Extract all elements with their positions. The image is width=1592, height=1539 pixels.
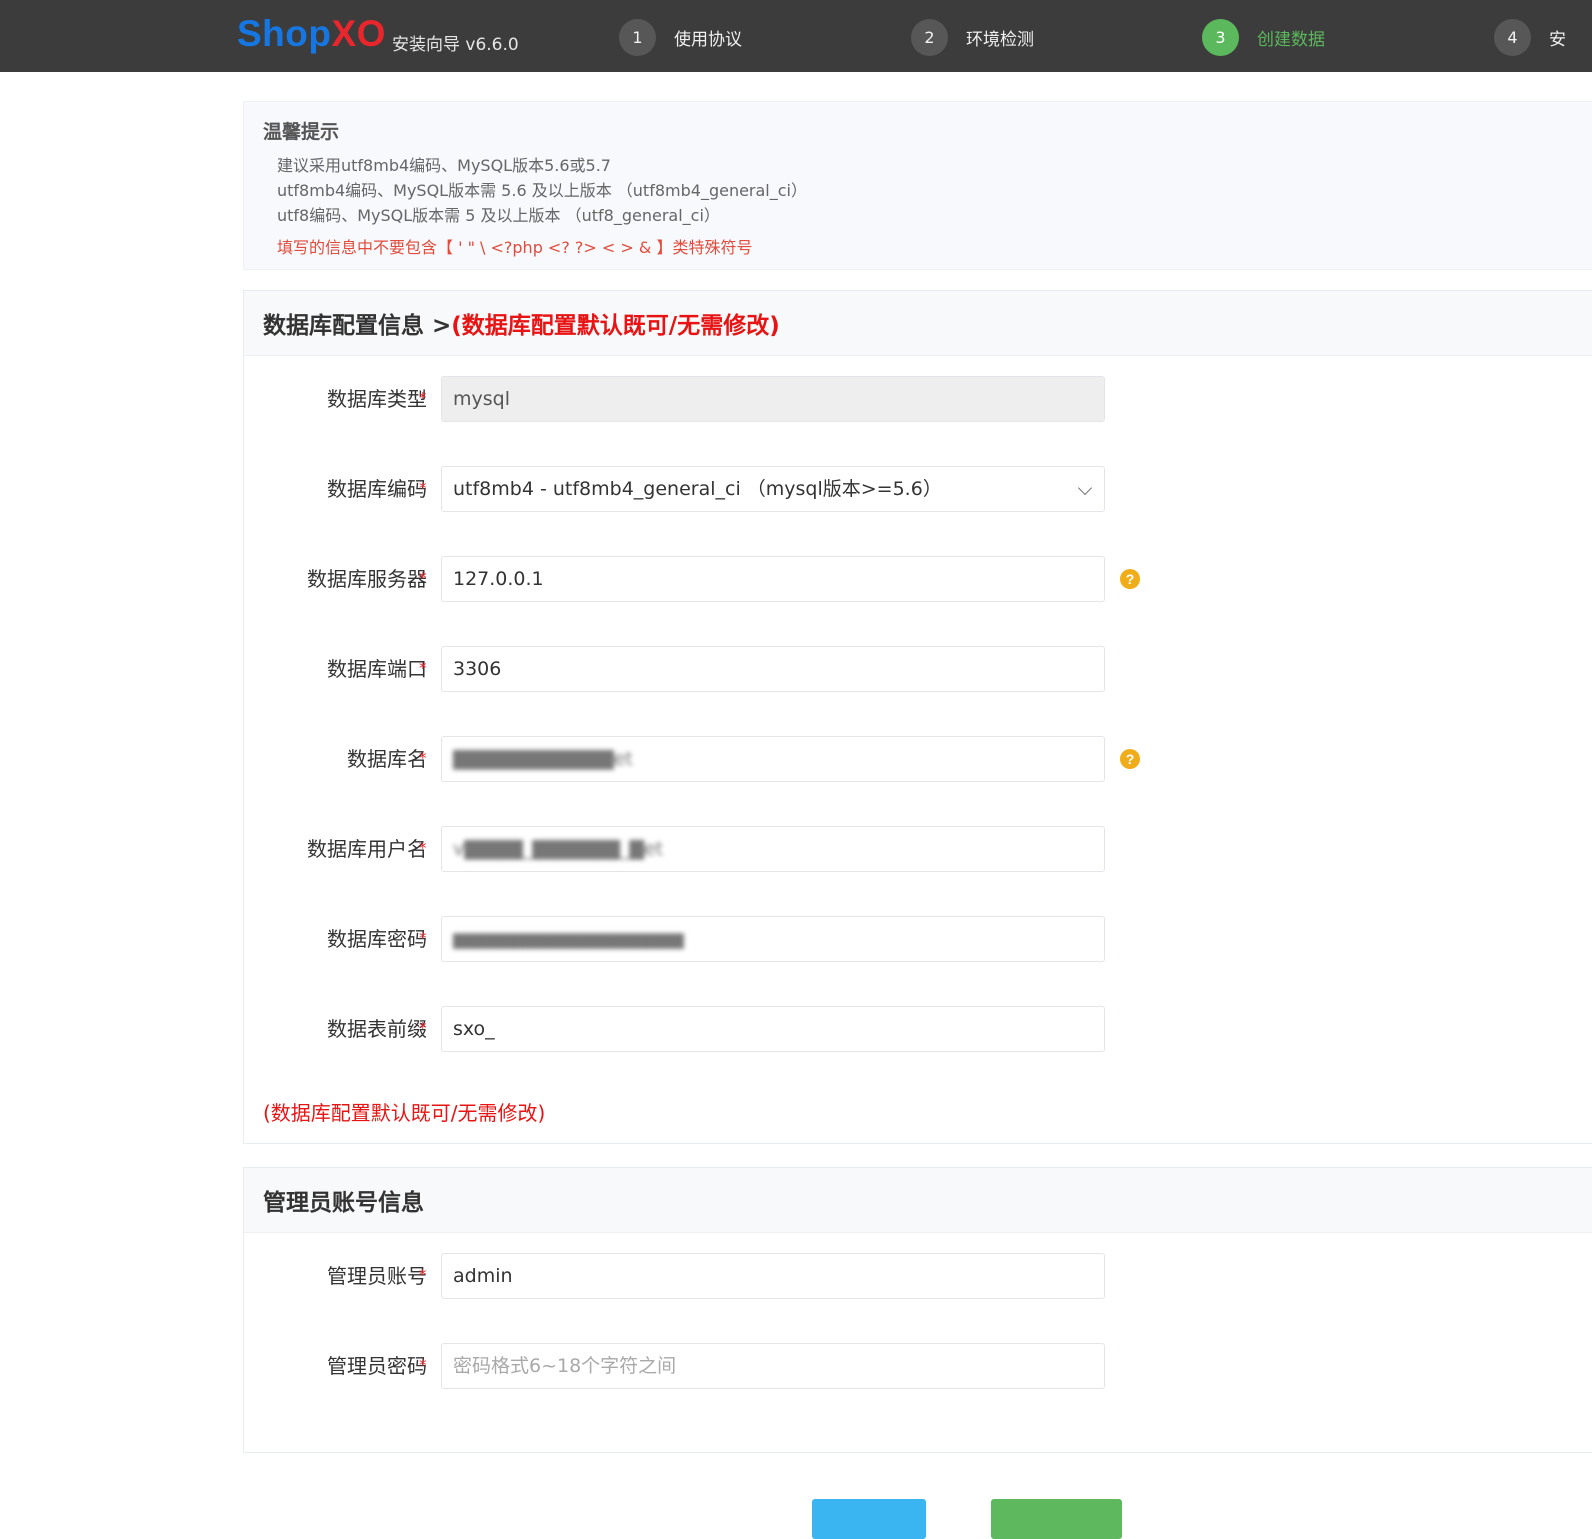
panel-title: 管理员账号信息 xyxy=(244,1168,1592,1233)
db-prefix-input[interactable]: sxo_ xyxy=(441,1006,1105,1052)
db-charset-select[interactable]: utf8mb4 - utf8mb4_general_ci （mysql版本>=5… xyxy=(441,466,1105,512)
admin-password-input[interactable]: 密码格式6~18个字符之间 xyxy=(441,1343,1105,1389)
required-mark: * xyxy=(419,1356,427,1374)
step-create-data: 3 创建数据 xyxy=(1202,18,1325,56)
required-mark: * xyxy=(419,389,427,407)
panel-title-text: 数据库配置信息 > xyxy=(263,313,452,339)
previous-step-button[interactable] xyxy=(812,1499,926,1539)
db-username-label: 数据库用户名 xyxy=(307,837,427,861)
required-mark: * xyxy=(419,659,427,677)
form-row-db-prefix: 数据表前缀 * sxo_ xyxy=(244,1006,1244,1052)
db-default-note: (数据库配置默认既可/无需修改) xyxy=(263,1101,546,1125)
required-mark: * xyxy=(419,1266,427,1284)
chevron-down-icon xyxy=(1077,480,1093,496)
form-row-admin-password: 管理员密码 * 密码格式6~18个字符之间 xyxy=(244,1343,1244,1389)
tip-line: 建议采用utf8mb4编码、MySQL版本5.6或5.7 xyxy=(277,156,611,175)
db-type-label: 数据库类型 xyxy=(327,387,427,411)
form-row-db-host: 数据库服务器 * 127.0.0.1 ? xyxy=(244,556,1244,602)
panel-title: 数据库配置信息 > (数据库配置默认既可/无需修改) xyxy=(244,291,1592,356)
form-row-db-username: 数据库用户名 * v▇▇▇▇_▇▇▇▇▇▇_▇et xyxy=(244,826,1244,872)
db-charset-selected-value: utf8mb4 - utf8mb4_general_ci （mysql版本>=5… xyxy=(453,478,942,500)
installer-version: 安装向导 v6.6.0 xyxy=(392,35,519,55)
database-config-panel: 数据库配置信息 > (数据库配置默认既可/无需修改) 数据库类型 * mysql… xyxy=(243,290,1592,1144)
form-row-db-password: 数据库密码 * ▇▇▇▇▇▇▇▇▇▇▇▇▇▇▇▇▇▇▇▇ xyxy=(244,916,1244,962)
step-number: 1 xyxy=(619,18,656,56)
tips-box: 温馨提示 建议采用utf8mb4编码、MySQL版本5.6或5.7 utf8mb… xyxy=(243,101,1592,270)
admin-account-panel: 管理员账号信息 管理员账号 * admin 管理员密码 * 密码格式6~18个字… xyxy=(243,1167,1592,1453)
db-password-redacted-value: ▇▇▇▇▇▇▇▇▇▇▇▇▇▇▇▇▇▇▇▇ xyxy=(453,931,684,949)
required-mark: * xyxy=(419,1019,427,1037)
admin-username-input[interactable]: admin xyxy=(441,1253,1105,1299)
step-agreement: 1 使用协议 xyxy=(619,18,742,56)
next-step-button[interactable] xyxy=(991,1499,1122,1539)
db-password-input[interactable]: ▇▇▇▇▇▇▇▇▇▇▇▇▇▇▇▇▇▇▇▇ xyxy=(441,916,1105,962)
shopxo-logo: ShopXO xyxy=(237,12,386,56)
form-row-db-charset: 数据库编码 * utf8mb4 - utf8mb4_general_ci （my… xyxy=(244,466,1244,512)
logo-text-shop: Shop xyxy=(237,13,332,54)
db-port-input[interactable]: 3306 xyxy=(441,646,1105,692)
tips-title: 温馨提示 xyxy=(263,121,340,143)
db-username-redacted-value: v▇▇▇▇_▇▇▇▇▇▇_▇et xyxy=(453,838,664,860)
db-username-input[interactable]: v▇▇▇▇_▇▇▇▇▇▇_▇et xyxy=(441,826,1105,872)
db-prefix-label: 数据表前缀 xyxy=(327,1017,427,1041)
db-type-input[interactable]: mysql xyxy=(441,376,1105,422)
db-host-label: 数据库服务器 xyxy=(307,567,427,591)
form-row-db-name: 数据库名 * ▇▇▇▇▇▇▇▇▇▇▇et ? xyxy=(244,736,1244,782)
form-row-db-type: 数据库类型 * mysql xyxy=(244,376,1244,422)
form-row-admin-username: 管理员账号 * admin xyxy=(244,1253,1244,1299)
required-mark: * xyxy=(419,569,427,587)
tip-line: utf8编码、MySQL版本需 5 及以上版本 （utf8_general_ci… xyxy=(277,206,720,225)
admin-password-label: 管理员密码 xyxy=(327,1354,427,1378)
db-host-input[interactable]: 127.0.0.1 xyxy=(441,556,1105,602)
required-mark: * xyxy=(419,479,427,497)
step-environment-check: 2 环境检测 xyxy=(911,18,1034,56)
db-name-redacted-value: ▇▇▇▇▇▇▇▇▇▇▇et xyxy=(453,748,633,770)
step-label: 使用协议 xyxy=(674,29,742,50)
admin-username-label: 管理员账号 xyxy=(327,1264,427,1288)
step-number: 3 xyxy=(1202,18,1239,56)
required-mark: * xyxy=(419,929,427,947)
step-install: 4 安 xyxy=(1494,18,1566,56)
required-mark: * xyxy=(419,839,427,857)
special-characters-warning: 填写的信息中不要包含【 ' " \ <?php <? ?> < > & 】类特殊… xyxy=(277,238,753,257)
top-navigation-bar: ShopXO 安装向导 v6.6.0 1 使用协议 2 环境检测 3 创建数据 … xyxy=(0,0,1592,72)
question-circle-icon[interactable]: ? xyxy=(1120,569,1140,589)
step-label: 安 xyxy=(1549,29,1566,50)
question-circle-icon[interactable]: ? xyxy=(1120,749,1140,769)
step-label: 创建数据 xyxy=(1257,29,1325,50)
step-label: 环境检测 xyxy=(966,29,1034,50)
db-name-input[interactable]: ▇▇▇▇▇▇▇▇▇▇▇et xyxy=(441,736,1105,782)
step-number: 2 xyxy=(911,18,948,56)
required-mark: * xyxy=(419,749,427,767)
step-number: 4 xyxy=(1494,18,1531,56)
panel-title-note: (数据库配置默认既可/无需修改) xyxy=(451,313,780,339)
db-port-label: 数据库端口 xyxy=(327,657,427,681)
db-charset-label: 数据库编码 xyxy=(327,477,427,501)
db-name-label: 数据库名 xyxy=(347,747,427,771)
logo-text-xo: XO xyxy=(331,13,386,54)
form-row-db-port: 数据库端口 * 3306 xyxy=(244,646,1244,692)
tip-line: utf8mb4编码、MySQL版本需 5.6 及以上版本 （utf8mb4_ge… xyxy=(277,181,807,200)
db-password-label: 数据库密码 xyxy=(327,927,427,951)
